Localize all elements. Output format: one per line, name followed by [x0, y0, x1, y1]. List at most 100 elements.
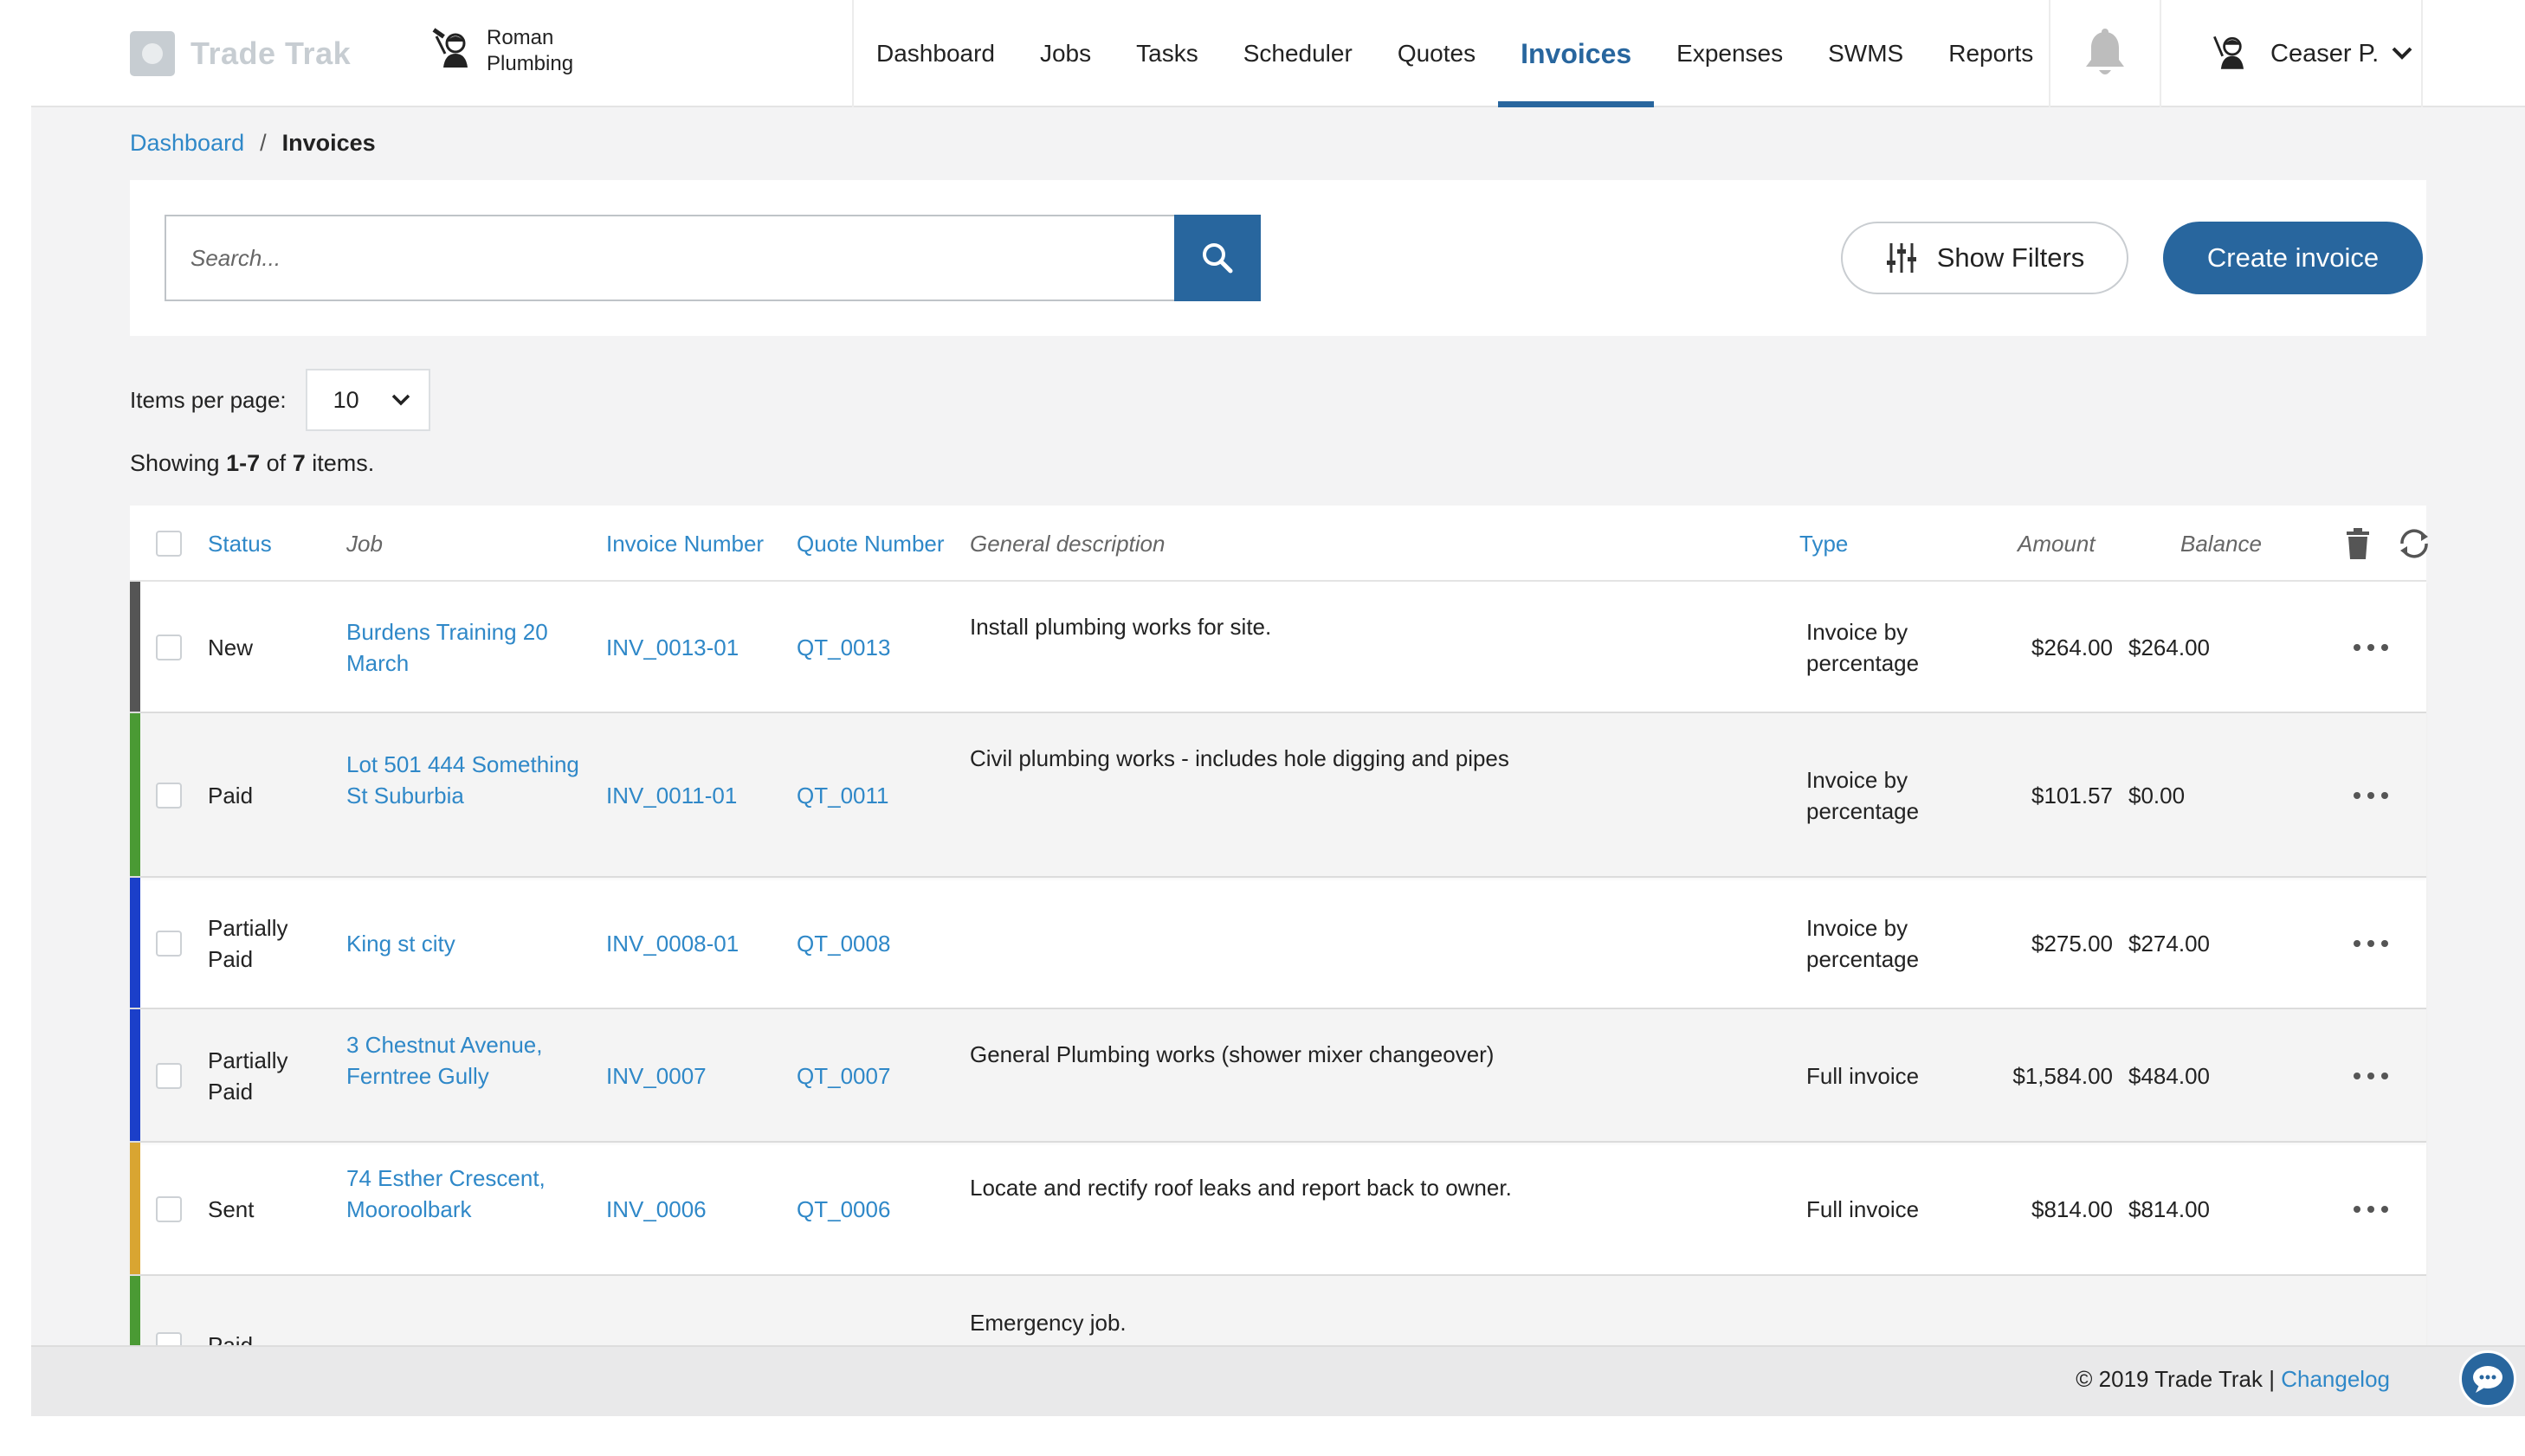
search-button[interactable]: [1174, 215, 1261, 301]
bell-icon: [2086, 29, 2124, 74]
job-link[interactable]: Burdens Training 20 March: [346, 616, 580, 679]
nav-tasks[interactable]: Tasks: [1114, 0, 1221, 107]
col-invoice-number[interactable]: Invoice Number: [606, 506, 764, 582]
table-row[interactable]: Paid Lot 501 444 Something St Suburbia INV…: [130, 713, 2426, 878]
row-checkbox[interactable]: [156, 1063, 182, 1089]
items-per-page-select[interactable]: 10: [305, 369, 430, 431]
invoice-number-link[interactable]: INV_0008-01: [606, 928, 739, 959]
row-checkbox[interactable]: [156, 931, 182, 957]
nav-expenses[interactable]: Expenses: [1654, 0, 1805, 107]
description-cell: General Plumbing works (shower mixer cha…: [970, 1041, 1495, 1067]
balance-cell: $484.00: [2128, 1063, 2210, 1089]
footer-text: © 2019 Trade Trak | Changelog: [2076, 1366, 2390, 1393]
invoice-number-link[interactable]: INV_0007: [606, 1060, 707, 1092]
description-cell: Install plumbing works for site.: [970, 614, 1272, 640]
notifications-button[interactable]: [2049, 0, 2161, 107]
nav-jobs[interactable]: Jobs: [1017, 0, 1114, 107]
table-row[interactable]: Sent 74 Esther Crescent, Mooroolbark INV_0…: [130, 1143, 2426, 1276]
row-checkbox[interactable]: [156, 783, 182, 809]
showing-range: 1-7: [226, 450, 261, 476]
col-balance: Balance: [2180, 530, 2262, 557]
showing-total: 7: [292, 450, 306, 476]
col-job: Job: [346, 530, 383, 557]
search-input[interactable]: [165, 215, 1176, 301]
showing-prefix: Showing: [130, 450, 220, 476]
app-window: Trade Trak Roman Plumbing Dashboard Jobs…: [31, 0, 2525, 1416]
table-row[interactable]: New Burdens Training 20 March INV_0013-01 Q…: [130, 582, 2426, 713]
row-actions-menu[interactable]: [2354, 639, 2388, 656]
quote-number-link[interactable]: QT_0008: [797, 928, 890, 959]
breadcrumb-dashboard-link[interactable]: Dashboard: [130, 130, 244, 157]
search-icon: [1203, 243, 1233, 274]
table-row[interactable]: Partially Paid King st city INV_0008-01 QT_…: [130, 878, 2426, 1009]
status-color-bar: [130, 1009, 140, 1141]
company-logo: Roman Plumbing: [428, 21, 591, 81]
invoice-number-link[interactable]: INV_0011-01: [606, 780, 737, 811]
quote-number-link[interactable]: QT_0013: [797, 632, 890, 663]
more-dot-icon: [2354, 644, 2360, 651]
trash-icon[interactable]: [2345, 528, 2371, 559]
items-per-page: Items per page: 10: [130, 369, 430, 431]
type-cell: Invoice by percentage: [1806, 619, 1920, 676]
nav-quotes[interactable]: Quotes: [1375, 0, 1498, 107]
plumber-logo-icon: [432, 28, 468, 68]
row-actions-menu[interactable]: [2354, 1201, 2388, 1218]
search-toolbar: Show Filters Create invoice: [130, 180, 2426, 336]
changelog-link[interactable]: Changelog: [2281, 1366, 2390, 1392]
status-color-bar: [130, 713, 140, 876]
more-dot-icon: [2354, 1206, 2360, 1213]
quote-number-link[interactable]: QT_0011: [797, 780, 888, 811]
invoice-number-link[interactable]: INV_0013-01: [606, 632, 739, 663]
chat-button[interactable]: [2459, 1350, 2516, 1408]
items-per-page-value: 10: [333, 386, 359, 413]
showing-of: of: [266, 450, 287, 476]
nav-invoices[interactable]: Invoices: [1498, 0, 1655, 107]
amount-cell: $275.00: [2031, 931, 2113, 957]
user-menu[interactable]: Ceaser P.: [2163, 0, 2423, 107]
nav-dashboard[interactable]: Dashboard: [854, 0, 1017, 107]
company-name: Roman Plumbing: [487, 26, 574, 75]
job-link[interactable]: King st city: [346, 928, 580, 959]
type-cell: Invoice by percentage: [1806, 915, 1920, 972]
quote-number-link[interactable]: QT_0006: [797, 1194, 890, 1225]
job-link[interactable]: 74 Esther Crescent, Mooroolbark: [346, 1163, 580, 1225]
col-amount: Amount: [2018, 530, 2096, 557]
status-cell: Paid: [208, 783, 254, 809]
main-nav: Dashboard Jobs Tasks Scheduler Quotes In…: [852, 0, 2056, 107]
brand[interactable]: Trade Trak: [130, 31, 351, 76]
row-checkbox[interactable]: [156, 635, 182, 660]
job-link[interactable]: 3 Chestnut Avenue, Ferntree Gully: [346, 1029, 580, 1092]
job-link[interactable]: Lot 501 444 Something St Suburbia: [346, 749, 580, 811]
chat-bubble-icon: [2473, 1366, 2502, 1393]
balance-cell: $274.00: [2128, 931, 2210, 957]
description-cell: Emergency job.: [970, 1310, 1127, 1336]
select-all-checkbox[interactable]: [156, 531, 182, 557]
breadcrumb: Dashboard / Invoices: [130, 130, 376, 157]
brand-name: Trade Trak: [191, 35, 352, 71]
row-actions-menu[interactable]: [2354, 935, 2388, 952]
row-actions-menu[interactable]: [2354, 787, 2388, 804]
more-dot-icon: [2367, 940, 2374, 947]
more-dot-icon: [2354, 792, 2360, 799]
row-checkbox[interactable]: [156, 1196, 182, 1222]
col-type[interactable]: Type: [1799, 506, 1848, 582]
quote-number-link[interactable]: QT_0007: [797, 1060, 890, 1092]
more-dot-icon: [2354, 1073, 2360, 1079]
nav-scheduler[interactable]: Scheduler: [1221, 0, 1375, 107]
col-status[interactable]: Status: [208, 506, 272, 582]
show-filters-button[interactable]: Show Filters: [1841, 222, 2128, 294]
invoice-number-link[interactable]: INV_0006: [606, 1194, 707, 1225]
table-row[interactable]: Partially Paid 3 Chestnut Avenue, Ferntre…: [130, 1009, 2426, 1143]
invoices-table: Status Job Invoice Number Quote Number G…: [130, 506, 2428, 1414]
create-invoice-button[interactable]: Create invoice: [2163, 222, 2423, 294]
more-dot-icon: [2381, 792, 2388, 799]
refresh-icon[interactable]: [2397, 528, 2431, 559]
col-quote-number[interactable]: Quote Number: [797, 506, 945, 582]
nav-reports[interactable]: Reports: [1926, 0, 2056, 107]
amount-cell: $1,584.00: [2012, 1063, 2113, 1089]
row-actions-menu[interactable]: [2354, 1067, 2388, 1085]
showing-suffix: items.: [312, 450, 375, 476]
items-per-page-label: Items per page:: [130, 386, 287, 413]
status-cell: Sent: [208, 1196, 255, 1222]
nav-swms[interactable]: SWMS: [1805, 0, 1926, 107]
